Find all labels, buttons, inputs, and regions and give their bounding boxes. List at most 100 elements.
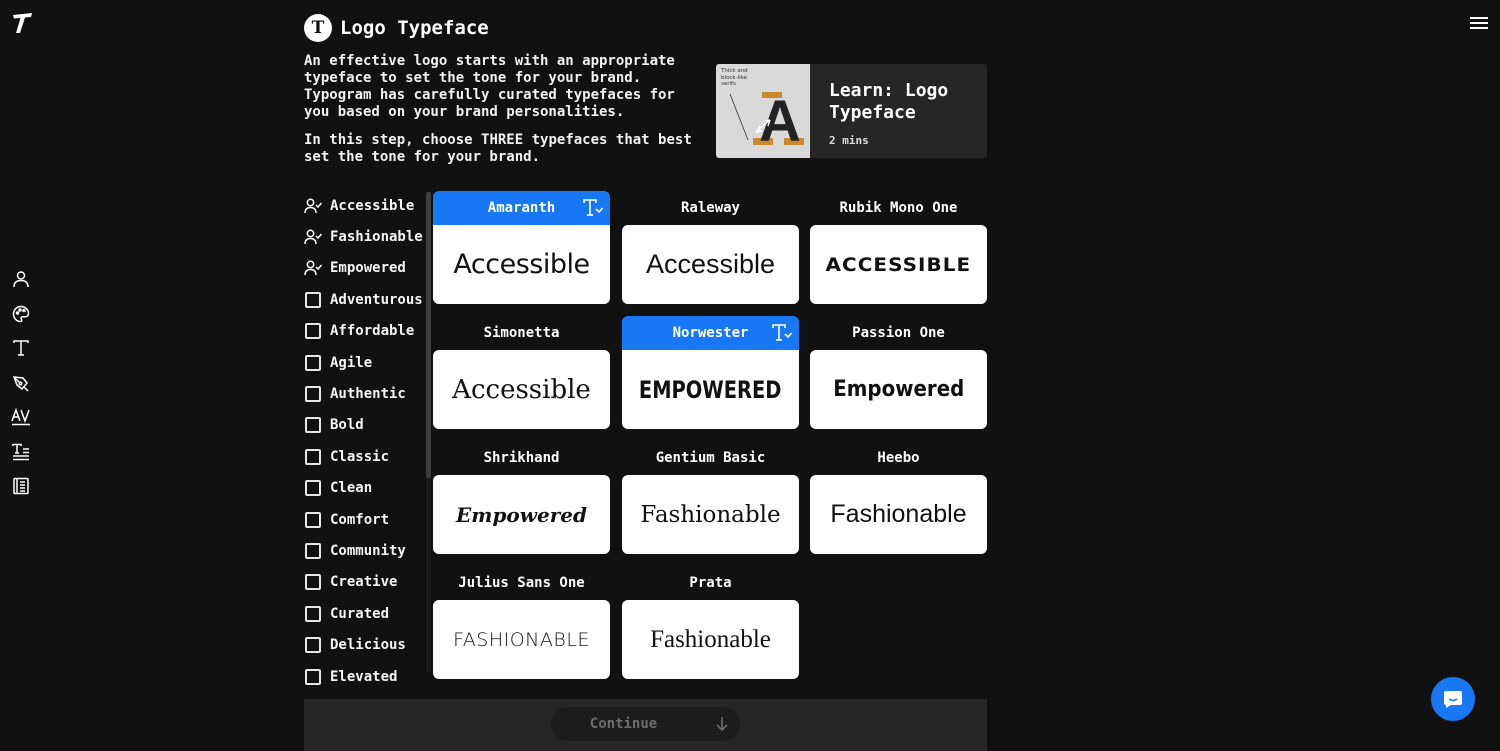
checkbox[interactable] xyxy=(304,448,322,466)
rail-guide-button[interactable] xyxy=(6,469,36,504)
person-check-icon[interactable] xyxy=(304,228,322,246)
typogram-logo[interactable] xyxy=(8,9,36,37)
typeface-name: Raleway xyxy=(680,200,740,216)
personality-item[interactable]: Agile xyxy=(304,347,430,378)
user-icon xyxy=(13,271,29,288)
personality-item[interactable]: Creative xyxy=(304,567,430,598)
personality-scrollbar[interactable] xyxy=(426,192,431,478)
personality-item[interactable]: Comfort xyxy=(304,504,430,535)
personality-list: Accessible Fashionable Empowered Adventurou… xyxy=(304,190,430,690)
typeface-card[interactable]: Passion One Empowered xyxy=(810,316,987,429)
personality-item[interactable]: Bold xyxy=(304,410,430,441)
personality-item[interactable]: Adventurous xyxy=(304,284,430,315)
typeface-card[interactable]: Amaranth Accessible xyxy=(433,191,610,304)
rail-logo-button[interactable] xyxy=(6,366,36,401)
checkbox[interactable] xyxy=(304,511,322,529)
learn-thumbnail: Thick and block-like serifs A xyxy=(716,64,810,158)
typeface-sample-text: Fashionable xyxy=(830,500,967,528)
continue-label: Continue xyxy=(589,716,658,732)
typeface-sample-text: Accessible xyxy=(452,374,591,405)
personality-item[interactable]: Community xyxy=(304,535,430,566)
instruction-paragraph: In this step, choose THREE typefaces tha… xyxy=(304,132,704,166)
personality-label: Classic xyxy=(330,448,390,465)
typeface-sample-text: Fashionable xyxy=(650,625,771,653)
typeface-card-header: Rubik Mono One xyxy=(810,191,987,225)
page-title: Logo Typeface xyxy=(340,17,489,39)
checkbox[interactable] xyxy=(304,385,322,403)
personality-item[interactable]: Delicious xyxy=(304,629,430,660)
typeface-sample: Fashionable xyxy=(622,600,799,679)
learn-card[interactable]: Thick and block-like serifs A Learn: Log… xyxy=(716,64,987,158)
edit-typeface-icon[interactable] xyxy=(582,198,604,218)
rail-personality-button[interactable] xyxy=(6,262,36,297)
checkbox[interactable] xyxy=(304,479,322,497)
typeface-card[interactable]: Julius Sans One FASHIONABLE xyxy=(433,566,610,679)
personality-item[interactable]: Classic xyxy=(304,441,430,472)
typeface-card[interactable]: Heebo Fashionable xyxy=(810,441,987,554)
personality-item[interactable]: Elevated xyxy=(304,661,430,690)
learn-duration: 2 mins xyxy=(829,134,869,147)
arrow-down-icon xyxy=(716,717,728,732)
typeface-sample: Accessible xyxy=(433,350,610,429)
rail-kerning-button[interactable] xyxy=(6,400,36,435)
typeface-card-header: Passion One xyxy=(810,316,987,350)
checkbox[interactable] xyxy=(304,636,322,654)
typeface-card[interactable]: Gentium Basic Fashionable xyxy=(622,441,799,554)
rail-typeface-button[interactable] xyxy=(6,331,36,366)
bottom-bar: Continue xyxy=(304,699,987,751)
personality-item[interactable]: Authentic xyxy=(304,378,430,409)
typeface-card-header: Julius Sans One xyxy=(433,566,610,600)
continue-button[interactable]: Continue xyxy=(551,707,740,741)
personality-label: Creative xyxy=(330,574,398,591)
checkbox[interactable] xyxy=(304,573,322,591)
hamburger-menu-icon[interactable] xyxy=(1466,10,1492,36)
personality-item[interactable]: Fashionable xyxy=(304,221,430,252)
step-badge: T xyxy=(304,14,332,42)
checkbox[interactable] xyxy=(304,354,322,372)
checkbox[interactable] xyxy=(304,291,322,309)
typeface-card-header: Shrikhand xyxy=(433,441,610,475)
rail-color-button[interactable] xyxy=(6,297,36,332)
typeface-card-header: Simonetta xyxy=(433,316,610,350)
chat-support-button[interactable] xyxy=(1431,677,1475,721)
personality-item[interactable]: Clean xyxy=(304,473,430,504)
typeface-icon xyxy=(13,340,29,356)
typeface-sample: EMPOWERED xyxy=(622,350,799,429)
checkbox[interactable] xyxy=(304,322,322,340)
typeface-card[interactable]: Shrikhand Empowered xyxy=(433,441,610,554)
typeface-card-header: Amaranth xyxy=(433,191,610,225)
thumbnail-letter: A xyxy=(759,89,801,154)
checkbox[interactable] xyxy=(304,668,322,686)
typeface-name: Amaranth xyxy=(487,200,556,216)
typeface-card-header: Raleway xyxy=(622,191,799,225)
personality-label: Agile xyxy=(330,354,373,371)
checkbox[interactable] xyxy=(304,416,322,434)
typeface-card[interactable]: Prata Fashionable xyxy=(622,566,799,679)
typeface-name: Heebo xyxy=(877,450,920,466)
person-check-icon[interactable] xyxy=(304,259,322,277)
typeface-card[interactable]: Simonetta Accessible xyxy=(433,316,610,429)
typeface-sample: Empowered xyxy=(433,475,610,554)
typeface-card[interactable]: Norwester EMPOWERED xyxy=(622,316,799,429)
app-root: T Logo Typeface An effective logo starts… xyxy=(0,0,1500,751)
typeface-sample-text: Fashionable xyxy=(640,501,781,528)
person-check-icon[interactable] xyxy=(304,197,322,215)
typeface-card[interactable]: Rubik Mono One ACCESSIBLE xyxy=(810,191,987,304)
personality-item[interactable]: Accessible xyxy=(304,190,430,221)
palette-icon xyxy=(12,305,30,323)
personality-label: Community xyxy=(330,542,406,559)
intro-paragraph: An effective logo starts with an appropr… xyxy=(304,53,675,120)
personality-label: Affordable xyxy=(330,323,415,340)
rail-layout-button[interactable] xyxy=(6,435,36,470)
typeface-card-header: Heebo xyxy=(810,441,987,475)
page-header: T Logo Typeface xyxy=(304,14,489,42)
personality-item[interactable]: Empowered xyxy=(304,253,430,284)
personality-label: Empowered xyxy=(330,260,406,277)
typeface-sample-text: Accessible xyxy=(645,249,776,279)
checkbox[interactable] xyxy=(304,542,322,560)
edit-typeface-icon[interactable] xyxy=(771,323,793,343)
checkbox[interactable] xyxy=(304,605,322,623)
typeface-card[interactable]: Raleway Accessible xyxy=(622,191,799,304)
personality-item[interactable]: Affordable xyxy=(304,316,430,347)
personality-item[interactable]: Curated xyxy=(304,598,430,629)
